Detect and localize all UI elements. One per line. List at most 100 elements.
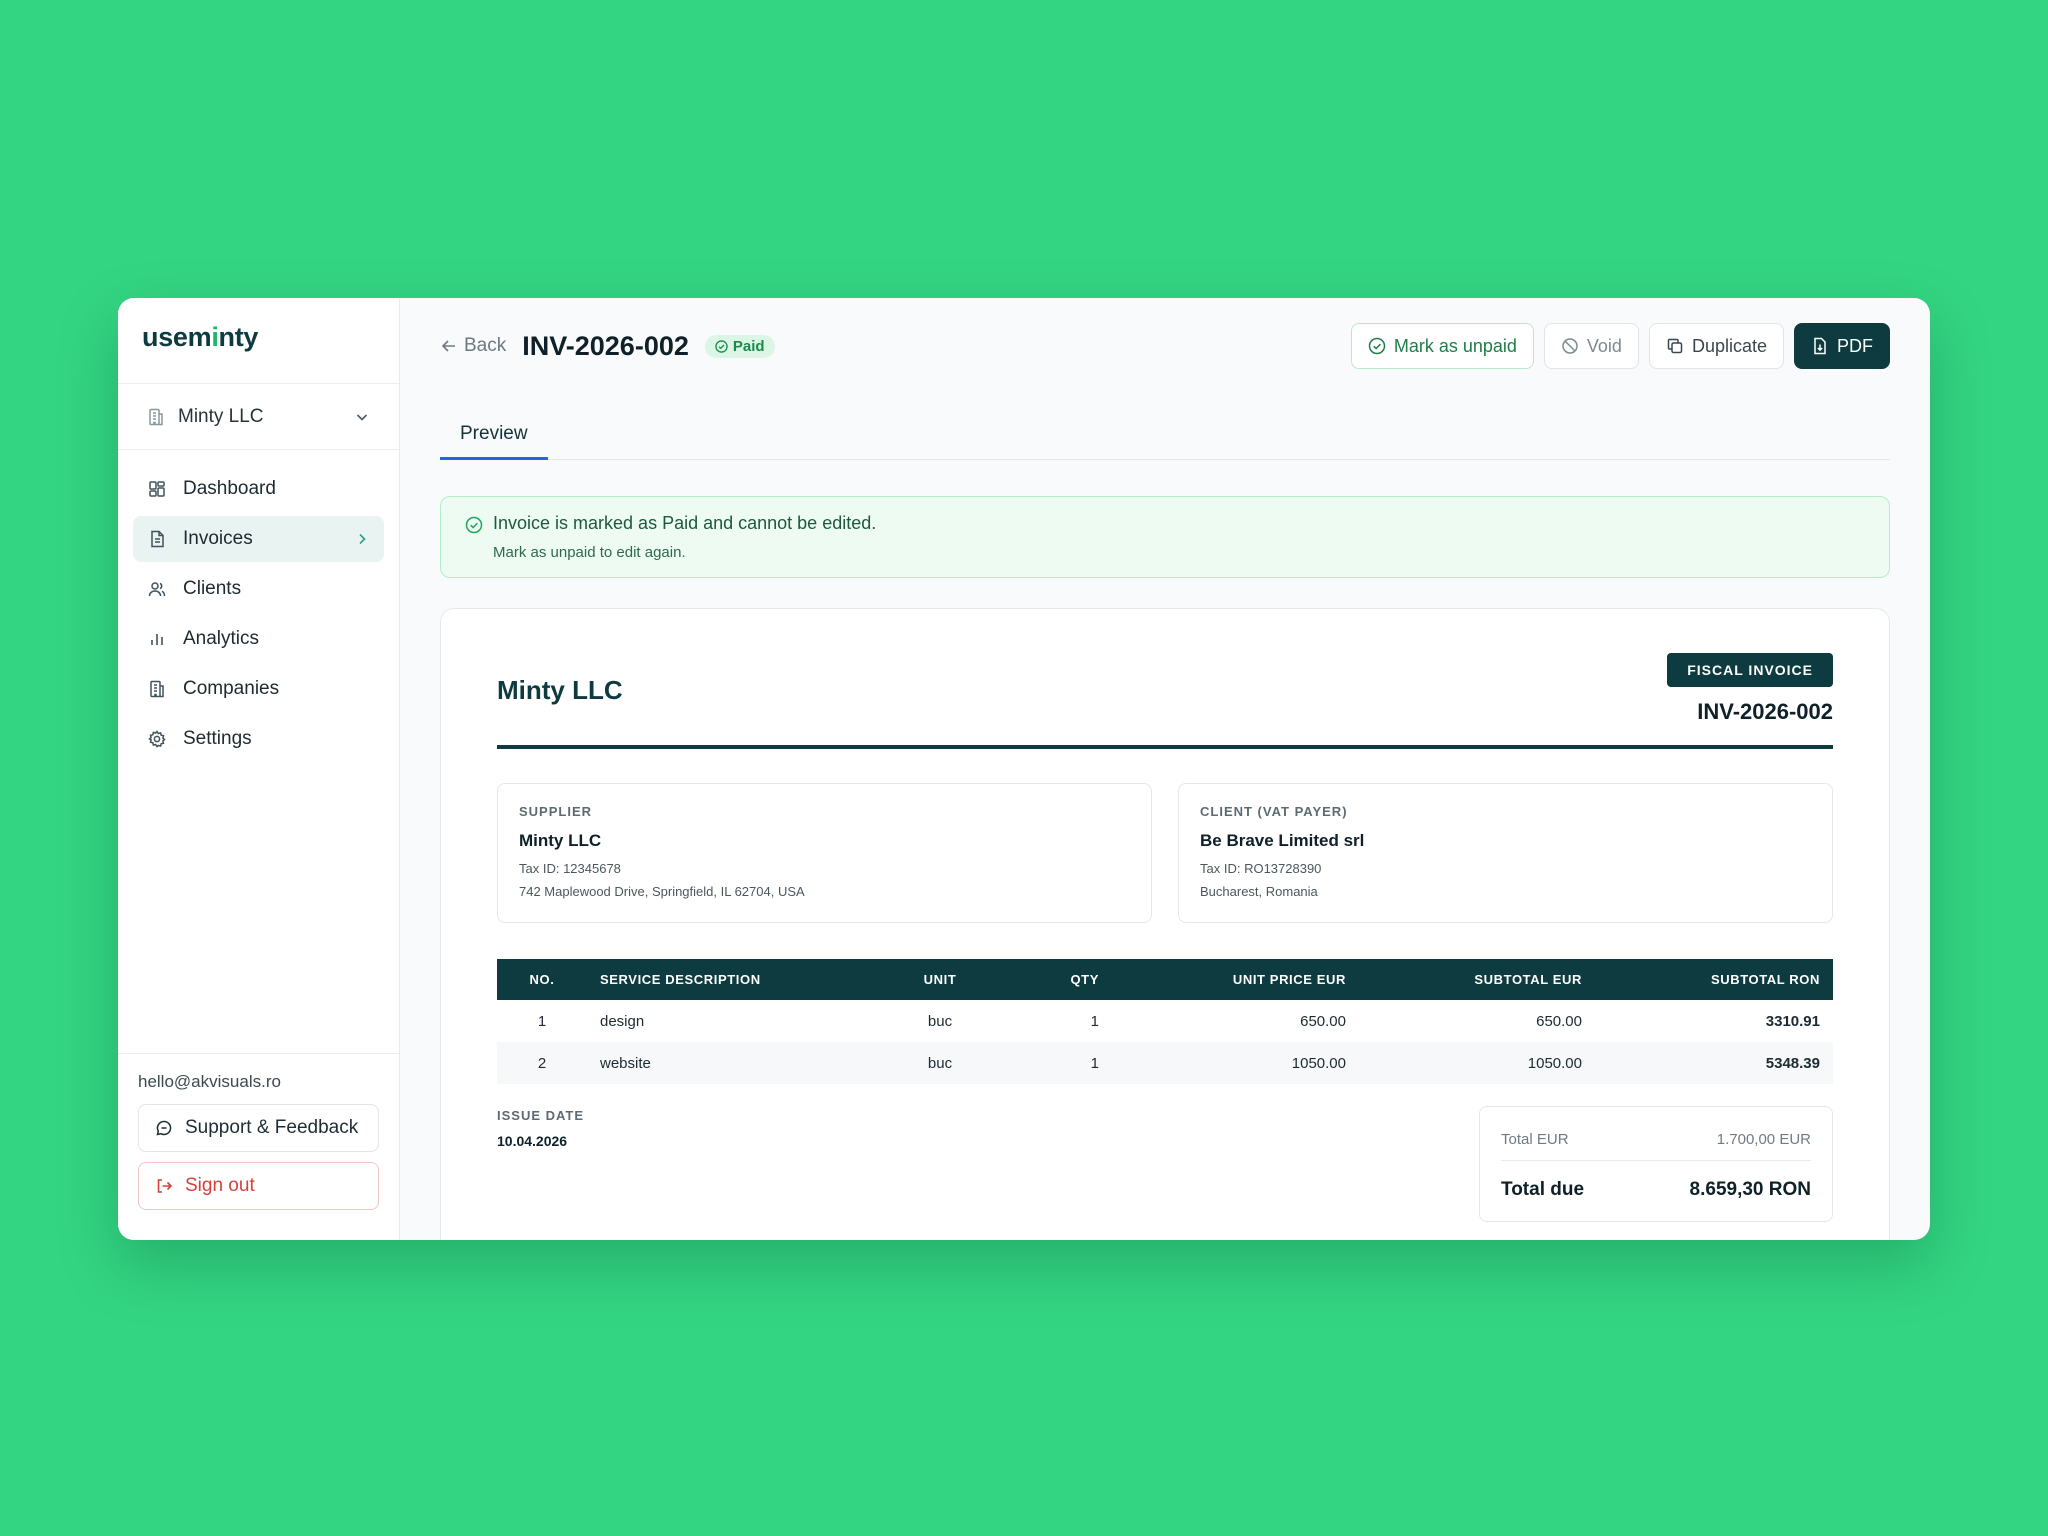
void-button[interactable]: Void: [1543, 323, 1639, 369]
logo-accent: i: [211, 322, 219, 352]
total-due-value: 8.659,30 RON: [1689, 1179, 1811, 1200]
sidebar-item-settings[interactable]: Settings: [133, 716, 384, 762]
client-tax-id: Tax ID: RO13728390: [1200, 861, 1322, 876]
sidebar-item-companies[interactable]: Companies: [133, 666, 384, 712]
arrow-left-icon: [440, 337, 458, 355]
cell-unit: buc: [927, 1012, 953, 1030]
mark-unpaid-button[interactable]: Mark as unpaid: [1350, 323, 1534, 369]
pdf-label: PDF: [1837, 335, 1873, 356]
sidebar-item-analytics[interactable]: Analytics: [133, 616, 384, 662]
supplier-name: Minty LLC: [519, 831, 602, 850]
check-circle-icon: [465, 516, 483, 534]
sidebar-item-label: Analytics: [183, 628, 260, 649]
cell-qty: 1: [1090, 1012, 1099, 1030]
client-address: Bucharest, Romania: [1200, 884, 1318, 899]
table-row: 1 design buc 1 650.00 650.00 3310.91: [497, 1000, 1833, 1042]
cell-no: 1: [537, 1012, 547, 1030]
building-icon: [146, 407, 166, 427]
col-no: NO.: [529, 972, 555, 987]
user-email: hello@akvisuals.ro: [138, 1072, 281, 1091]
tab-preview[interactable]: Preview: [440, 410, 548, 460]
sidebar: useminty Minty LLC Dashboard Invoices Cl…: [118, 298, 400, 1240]
total-eur-value: 1.700,00 EUR: [1716, 1131, 1811, 1148]
duplicate-label: Duplicate: [1691, 335, 1767, 356]
sidebar-item-clients[interactable]: Clients: [133, 566, 384, 612]
support-feedback-button[interactable]: Support & Feedback: [138, 1104, 379, 1152]
pdf-button[interactable]: PDF: [1794, 323, 1890, 369]
total-due-row: Total due 8.659,30 RON: [1501, 1161, 1811, 1213]
duplicate-button[interactable]: Duplicate: [1648, 323, 1784, 369]
col-qty: QTY: [1070, 972, 1099, 987]
total-eur-row: Total EUR 1.700,00 EUR: [1501, 1121, 1811, 1161]
cell-subtotal-ron: 3310.91: [1765, 1012, 1820, 1030]
logo-text: usem: [142, 322, 212, 352]
cell-subtotal-eur: 1050.00: [1527, 1054, 1582, 1072]
back-link[interactable]: Back: [440, 335, 506, 357]
cell-subtotal-ron: 5348.39: [1765, 1054, 1820, 1072]
supplier-label: SUPPLIER: [519, 804, 593, 819]
dashboard-icon: [147, 479, 167, 499]
cell-no: 2: [537, 1054, 547, 1072]
cell-unit-price: 1050.00: [1291, 1054, 1346, 1072]
col-description: SERVICE DESCRIPTION: [600, 972, 761, 987]
sidebar-nav: Dashboard Invoices Clients Analytics Com…: [118, 450, 399, 782]
invoice-number: INV-2026-002: [1697, 699, 1833, 724]
sidebar-item-label: Companies: [183, 678, 280, 699]
header-actions: Mark as unpaid Void Duplicate PDF: [1350, 323, 1890, 369]
col-unit-price: UNIT PRICE EUR: [1232, 972, 1346, 987]
cell-subtotal-eur: 650.00: [1536, 1012, 1582, 1030]
total-due-label: Total due: [1501, 1179, 1585, 1200]
supplier-card: SUPPLIER Minty LLC Tax ID: 12345678 742 …: [497, 783, 1152, 923]
table-header-row: NO. SERVICE DESCRIPTION UNIT QTY UNIT PR…: [497, 959, 1833, 1000]
col-subtotal-eur: SUBTOTAL EUR: [1474, 972, 1582, 987]
sidebar-item-dashboard[interactable]: Dashboard: [133, 466, 384, 512]
totals-card: Total EUR 1.700,00 EUR Total due 8.659,3…: [1479, 1106, 1833, 1222]
issue-date-block: ISSUE DATE 10.04.2026: [497, 1106, 584, 1222]
invoice-header: Minty LLC FISCAL INVOICE INV-2026-002: [497, 653, 1833, 749]
doc-type-badge: FISCAL INVOICE: [1667, 653, 1833, 687]
page-title: INV-2026-002: [522, 330, 689, 361]
chevron-right-icon: [354, 531, 370, 547]
app-logo[interactable]: useminty: [118, 298, 399, 384]
sign-out-icon: [155, 1177, 173, 1195]
cell-unit: buc: [927, 1054, 953, 1072]
users-icon: [147, 579, 167, 599]
invoice-meta: FISCAL INVOICE INV-2026-002: [1667, 653, 1833, 745]
check-circle-icon: [1368, 337, 1386, 355]
invoice-footer: ISSUE DATE 10.04.2026 Total EUR 1.700,00…: [497, 1106, 1833, 1222]
sign-out-button[interactable]: Sign out: [138, 1162, 379, 1210]
tab-bar: Preview: [440, 410, 1890, 460]
line-items-table: NO. SERVICE DESCRIPTION UNIT QTY UNIT PR…: [497, 959, 1833, 1084]
col-unit: UNIT: [923, 972, 957, 987]
sidebar-item-invoices[interactable]: Invoices: [133, 516, 384, 562]
cell-unit-price: 650.00: [1300, 1012, 1346, 1030]
sidebar-item-label: Invoices: [183, 528, 253, 549]
sidebar-item-label: Dashboard: [183, 478, 276, 499]
chevron-down-icon: [353, 408, 371, 426]
chat-bubble-icon: [155, 1119, 173, 1137]
page-header: Back INV-2026-002 Paid Mark as unpaid Vo…: [440, 298, 1890, 426]
alert-subtitle: Mark as unpaid to edit again.: [493, 544, 686, 561]
company-selector[interactable]: Minty LLC: [118, 384, 399, 450]
status-badge: Paid: [704, 334, 775, 358]
cell-qty: 1: [1090, 1054, 1099, 1072]
col-subtotal-ron: SUBTOTAL RON: [1710, 972, 1820, 987]
bar-chart-icon: [147, 629, 167, 649]
sidebar-footer: hello@akvisuals.ro Support & Feedback Si…: [118, 1053, 399, 1240]
parties: SUPPLIER Minty LLC Tax ID: 12345678 742 …: [497, 783, 1833, 923]
sign-out-label: Sign out: [185, 1175, 255, 1196]
copy-icon: [1666, 337, 1684, 355]
sidebar-item-label: Settings: [183, 728, 252, 749]
total-eur-label: Total EUR: [1501, 1131, 1569, 1148]
paid-alert: Invoice is marked as Paid and cannot be …: [440, 496, 1890, 578]
support-feedback-label: Support & Feedback: [185, 1117, 359, 1138]
status-badge-label: Paid: [732, 337, 765, 355]
supplier-tax-id: Tax ID: 12345678: [519, 861, 621, 876]
back-label: Back: [464, 335, 507, 356]
cell-description: design: [600, 1012, 645, 1030]
client-label: CLIENT (VAT PAYER): [1200, 804, 1348, 819]
logo-text-rest: nty: [218, 322, 259, 352]
invoice-document: Minty LLC FISCAL INVOICE INV-2026-002 SU…: [440, 608, 1890, 1240]
ban-icon: [1561, 337, 1579, 355]
check-circle-icon: [715, 339, 728, 353]
